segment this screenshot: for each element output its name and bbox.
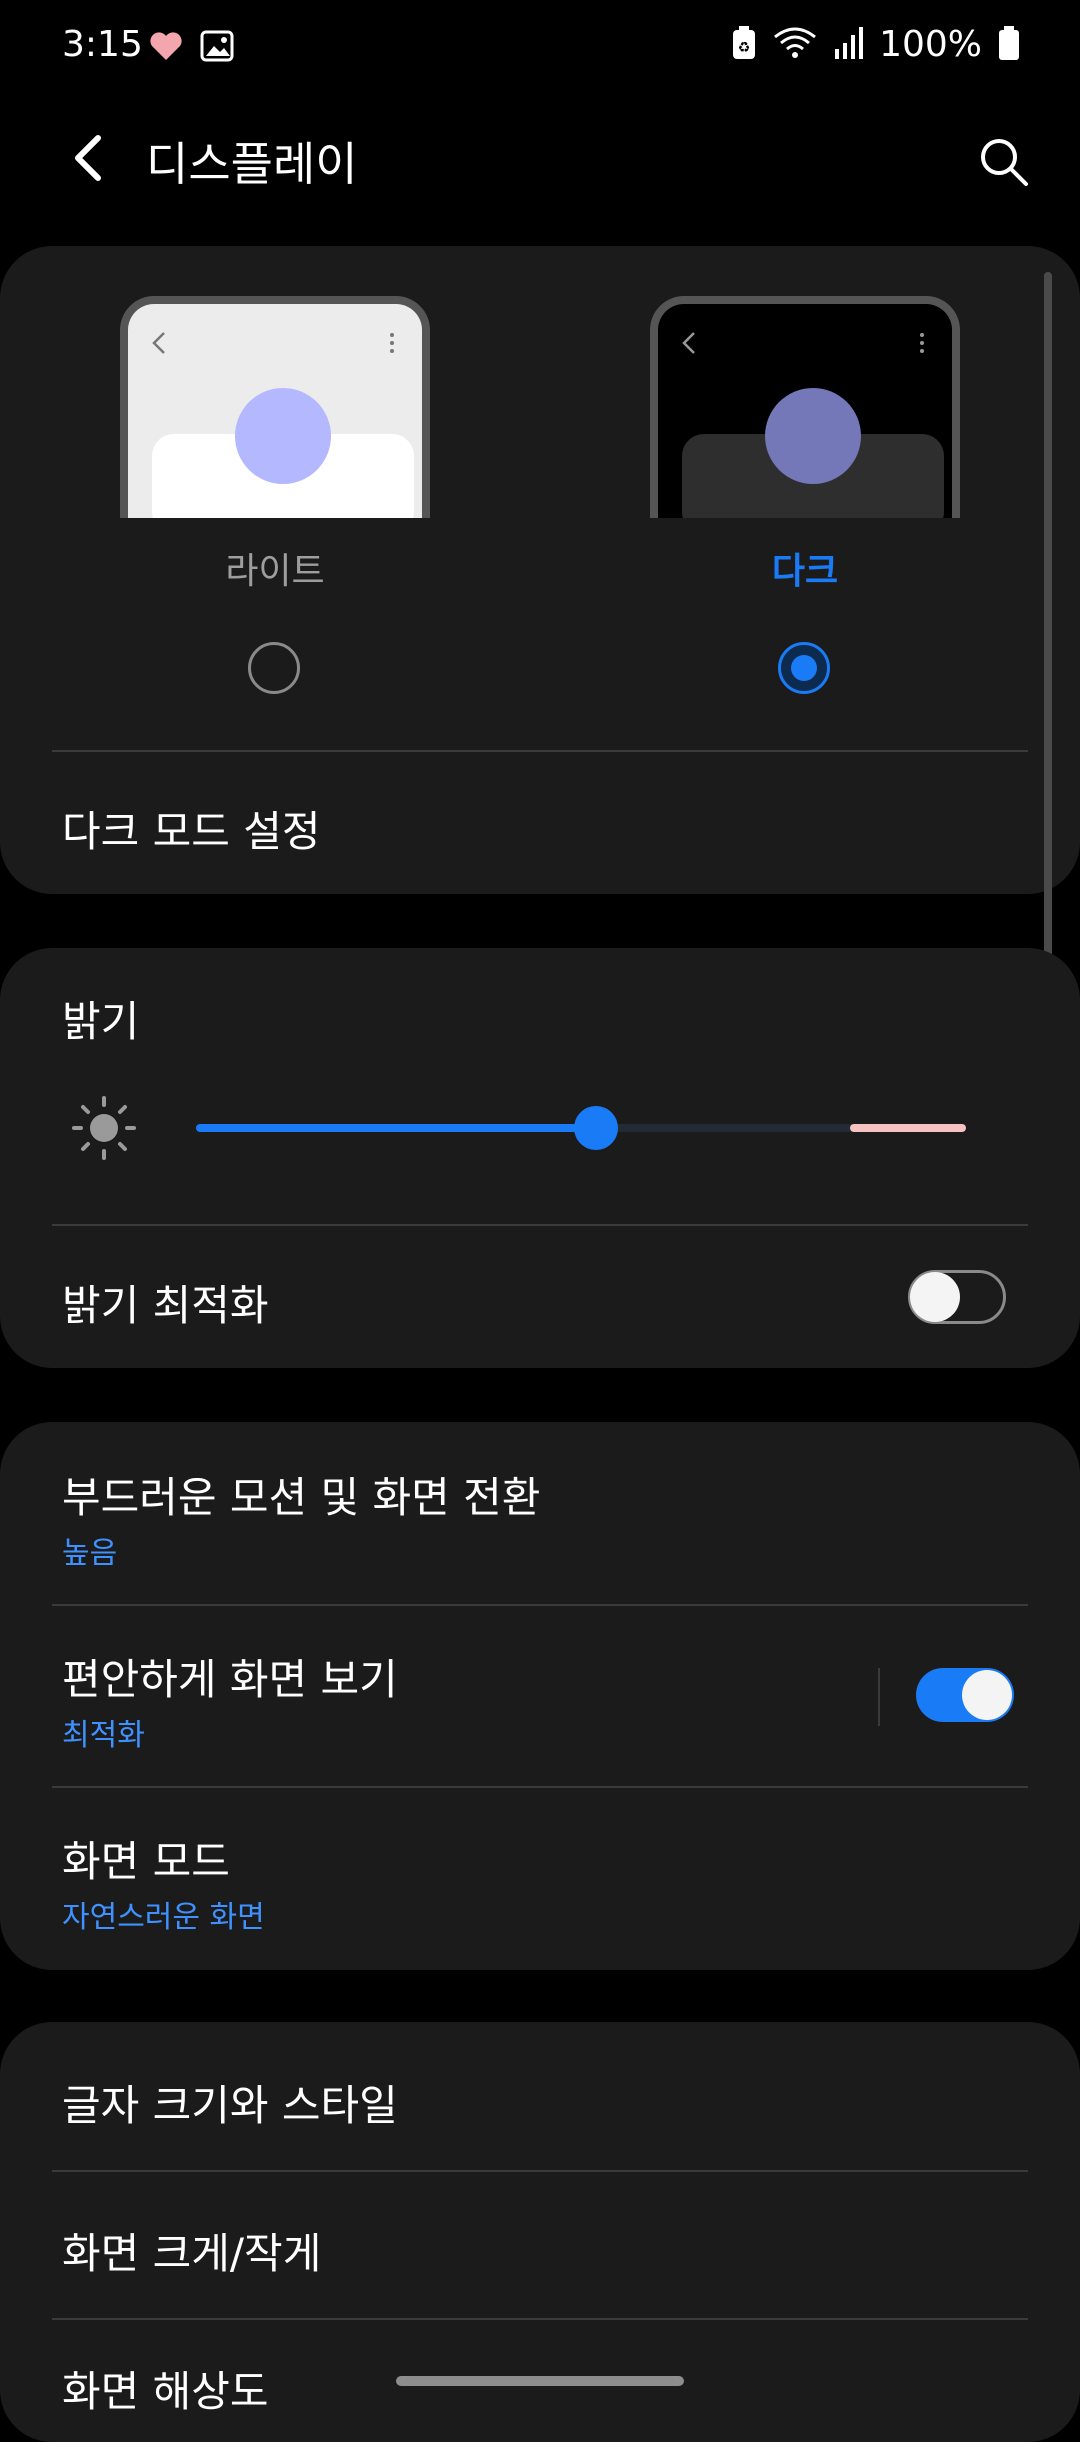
- brightness-slider-thumb[interactable]: [574, 1106, 619, 1150]
- toggle-knob: [910, 1272, 960, 1322]
- chevron-left-icon: [682, 332, 695, 354]
- dark-theme-radio[interactable]: [778, 642, 830, 694]
- brightness-slider-end-segment: [850, 1124, 966, 1132]
- dark-mode-settings-item[interactable]: 다크 모드 설정: [62, 798, 321, 859]
- screen-mode-value: 자연스러운 화면: [62, 1900, 265, 1935]
- eye-comfort-value: 최적화: [62, 1718, 145, 1753]
- eye-comfort-item[interactable]: 편안하게 화면 보기 최적화: [0, 1606, 860, 1786]
- wifi-icon: [773, 25, 817, 65]
- divider: [52, 750, 1028, 752]
- search-button[interactable]: [968, 126, 1040, 198]
- status-time: 3:15: [62, 24, 143, 65]
- screen-mode-title: 화면 모드: [62, 1837, 230, 1886]
- chevron-left-icon: [152, 332, 165, 354]
- eye-comfort-toggle[interactable]: [916, 1668, 1014, 1722]
- svg-text:♻: ♻: [738, 40, 751, 56]
- display-options-card: 부드러운 모션 및 화면 전환 높음 편안하게 화면 보기 최적화 화면 모드 …: [0, 1422, 1080, 1970]
- heart-icon: [148, 30, 184, 66]
- dark-theme-preview[interactable]: [650, 296, 960, 518]
- vertical-divider: [878, 1668, 880, 1726]
- toggle-knob: [962, 1670, 1012, 1720]
- screen-resolution-item[interactable]: 화면 해상도: [62, 2358, 269, 2419]
- theme-card: 라이트 다크 다크 모드 설정: [0, 246, 1080, 894]
- divider: [52, 2170, 1028, 2172]
- battery-percent: 100%: [879, 24, 982, 65]
- adaptive-brightness-toggle[interactable]: [908, 1270, 1006, 1324]
- battery-saver-icon: ♻: [731, 25, 757, 65]
- divider: [52, 2318, 1028, 2320]
- gallery-icon: [200, 30, 234, 66]
- page-title: 디스플레이: [146, 137, 358, 191]
- screen-mode-item[interactable]: 화면 모드 자연스러운 화면: [0, 1788, 1080, 1968]
- more-icon: [390, 333, 394, 353]
- battery-icon: [998, 25, 1020, 65]
- brightness-title: 밝기: [62, 997, 140, 1046]
- app-bar: 디스플레이: [0, 110, 1080, 230]
- divider: [52, 1224, 1028, 1226]
- dark-theme-label: 다크: [771, 551, 839, 592]
- brightness-card: 밝기 밝기 최적화: [0, 948, 1080, 1368]
- brightness-slider-fill: [196, 1124, 597, 1132]
- motion-value: 높음: [62, 1536, 118, 1571]
- screen-zoom-item[interactable]: 화면 크게/작게: [62, 2220, 321, 2281]
- motion-title: 부드러운 모션 및 화면 전환: [62, 1473, 541, 1522]
- signal-icon: [833, 25, 864, 65]
- back-button[interactable]: [56, 126, 120, 190]
- home-indicator[interactable]: [396, 2376, 684, 2386]
- search-icon: [981, 139, 1028, 186]
- font-size-style-item[interactable]: 글자 크기와 스타일: [62, 2072, 398, 2133]
- more-icon: [920, 333, 924, 353]
- light-theme-radio[interactable]: [248, 642, 300, 694]
- eye-comfort-title: 편안하게 화면 보기: [62, 1655, 398, 1704]
- back-arrow-icon: [75, 135, 101, 181]
- light-theme-label: 라이트: [225, 551, 325, 592]
- status-bar: 3:15 ♻ 100%: [0, 0, 1080, 100]
- light-theme-preview[interactable]: [120, 296, 430, 518]
- motion-item[interactable]: 부드러운 모션 및 화면 전환 높음: [0, 1422, 1080, 1602]
- brightness-sun-icon: [72, 1096, 136, 1160]
- adaptive-brightness-label[interactable]: 밝기 최적화: [62, 1272, 269, 1333]
